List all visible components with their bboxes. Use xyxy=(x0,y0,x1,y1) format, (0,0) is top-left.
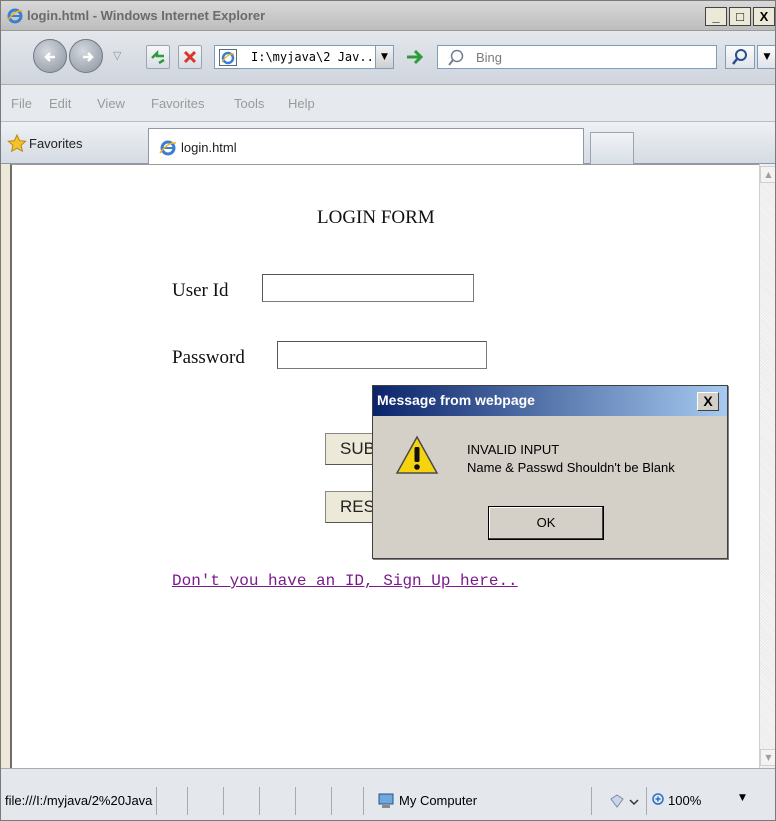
security-zone: My Computer xyxy=(399,793,478,808)
status-divider xyxy=(591,787,592,815)
address-dropdown-icon[interactable]: ▼ xyxy=(375,46,393,68)
password-input[interactable] xyxy=(277,341,487,369)
my-computer-icon xyxy=(378,793,394,808)
ie-logo-icon xyxy=(159,140,177,156)
menu-file[interactable]: File xyxy=(11,96,32,111)
go-arrow-icon xyxy=(407,49,424,65)
tab-login[interactable]: login.html xyxy=(148,128,584,164)
status-divider xyxy=(223,787,224,815)
signup-link[interactable]: Don't you have an ID, Sign Up here.. xyxy=(172,572,518,590)
status-divider xyxy=(259,787,260,815)
page-icon xyxy=(219,49,237,66)
menu-help[interactable]: Help xyxy=(288,96,315,111)
back-button[interactable] xyxy=(33,39,67,73)
menu-tools[interactable]: Tools xyxy=(234,96,264,111)
menu-favorites[interactable]: Favorites xyxy=(151,96,204,111)
ok-button[interactable]: OK xyxy=(488,506,604,540)
search-icon xyxy=(732,49,747,65)
favorites-star-icon xyxy=(7,134,27,153)
dialog-message-line1: INVALID INPUT xyxy=(467,442,560,457)
favorites-button[interactable]: Favorites xyxy=(29,136,82,151)
status-divider xyxy=(363,787,364,815)
status-divider xyxy=(646,787,647,815)
dialog-title-bar: Message from webpage X xyxy=(373,386,727,416)
zoom-level[interactable]: 100% xyxy=(668,793,701,808)
zoom-icon xyxy=(652,793,664,805)
alert-dialog: Message from webpage X INVALID INPUT Nam… xyxy=(372,385,728,559)
compatibility-button[interactable] xyxy=(146,45,170,69)
dialog-message-line2: Name & Passwd Shouldn't be Blank xyxy=(467,460,675,475)
search-icon xyxy=(448,49,464,66)
dialog-title: Message from webpage xyxy=(377,392,535,408)
status-url: file:///I:/myjava/2%20Java xyxy=(5,793,153,808)
stop-button[interactable] xyxy=(178,45,202,69)
status-bar: file:///I:/myjava/2%20Java My Computer 1… xyxy=(1,768,775,820)
maximize-button[interactable]: □ xyxy=(729,7,751,26)
zoom-dropdown-icon[interactable]: ▼ xyxy=(739,793,746,803)
user-id-label: User Id xyxy=(172,280,229,301)
user-id-input[interactable] xyxy=(262,274,474,302)
status-divider xyxy=(331,787,332,815)
search-input[interactable]: Bing xyxy=(437,45,717,69)
close-window-button[interactable]: X xyxy=(753,7,775,26)
stop-x-icon xyxy=(183,50,197,64)
status-divider xyxy=(187,787,188,815)
address-text: I:\myjava\2 Jav... xyxy=(251,50,382,64)
menu-edit[interactable]: Edit xyxy=(49,96,71,111)
status-divider xyxy=(156,787,157,815)
title-bar: login.html - Windows Internet Explorer _… xyxy=(1,1,775,31)
password-label: Password xyxy=(172,347,245,368)
scroll-down-icon[interactable]: ▼ xyxy=(760,749,775,766)
ie-logo-icon xyxy=(7,8,23,24)
search-button[interactable] xyxy=(725,45,755,69)
go-button[interactable] xyxy=(401,45,429,69)
minimize-button[interactable]: _ xyxy=(705,7,727,26)
tab-label: login.html xyxy=(181,140,237,155)
address-bar-row: ▽ I:\myjava\2 Jav... ▼ Bing ▼ xyxy=(1,31,775,85)
search-placeholder: Bing xyxy=(476,50,503,65)
history-dropdown-icon[interactable]: ▽ xyxy=(113,49,121,62)
forward-button[interactable] xyxy=(69,39,103,73)
browser-window: login.html - Windows Internet Explorer _… xyxy=(0,0,776,821)
menu-view[interactable]: View xyxy=(97,96,125,111)
forward-arrow-icon xyxy=(83,52,94,62)
favorites-bar: Favorites login.html xyxy=(1,122,775,164)
vertical-scrollbar[interactable]: ▲ ▼ xyxy=(759,164,775,768)
refresh-icon xyxy=(151,49,165,65)
back-arrow-icon xyxy=(44,52,55,62)
dialog-close-button[interactable]: X xyxy=(697,392,719,411)
address-input[interactable]: I:\myjava\2 Jav... ▼ xyxy=(214,45,394,69)
warning-icon xyxy=(395,435,439,474)
search-options-dropdown-icon[interactable]: ▼ xyxy=(757,45,775,69)
menu-bar: File Edit View Favorites Tools Help xyxy=(1,86,775,122)
status-divider xyxy=(295,787,296,815)
new-tab-button[interactable] xyxy=(590,132,634,164)
page-title: LOGIN FORM xyxy=(317,207,435,228)
window-title: login.html - Windows Internet Explorer xyxy=(27,8,266,23)
scroll-up-icon[interactable]: ▲ xyxy=(760,166,775,183)
protected-mode-icon[interactable] xyxy=(609,793,639,809)
